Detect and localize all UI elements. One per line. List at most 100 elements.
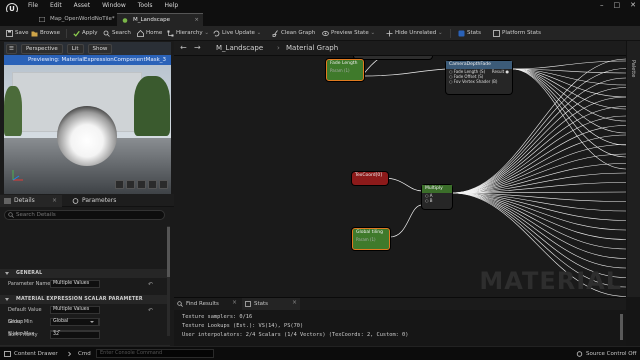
close-icon[interactable]: × [232,299,237,306]
multiply-pin-b[interactable]: ○ B [422,198,452,203]
tab-m-landscape[interactable]: M_Landscape × [117,13,203,26]
palette-panel-strip[interactable] [626,41,640,297]
camera-depth-fade-title: CameraDepthFade [446,61,512,69]
maximize-icon[interactable]: □ [614,1,621,9]
category-general[interactable]: GENERAL [0,269,170,278]
toolbar-divider [66,29,67,38]
global-tiling-param-node[interactable]: Global tiling Param (1) [352,228,390,250]
menu-window[interactable]: Window [102,2,126,9]
tree-background [134,76,170,136]
browse-button[interactable]: Browse [31,28,60,39]
category-scalar-parameter[interactable]: MATERIAL EXPRESSION SCALAR PARAMETER [0,295,170,304]
menu-file[interactable]: File [28,2,38,9]
terminal-icon [68,351,72,357]
tab-parameters-label: Parameters [82,197,117,204]
search-placeholder: Search Details [16,212,56,218]
preview-state-label: Preview State [331,30,369,36]
home-button[interactable]: Home [137,28,162,39]
apply-button[interactable]: Apply [73,28,98,39]
chevron-down-icon [90,321,94,323]
palette-label[interactable]: Palette [630,60,636,77]
parameter-name-field[interactable]: Multiple Values [50,280,100,288]
live-update-button[interactable]: Live Update ⌄ [213,28,261,39]
hierarchy-label: Hierarchy [176,30,203,36]
back-arrow-icon[interactable]: ← [180,43,187,52]
sphere-icon[interactable] [126,180,135,189]
graph-breadcrumb: Material Graph [286,44,339,52]
reset-arrow-icon[interactable]: ↶ [148,281,153,288]
plane-icon[interactable] [137,180,146,189]
close-icon[interactable]: × [52,195,57,207]
group-label: Group [8,319,24,325]
fade-length-param-node[interactable]: Fade Length Param (1) [326,59,364,81]
cmd-button[interactable]: Cmd [68,350,91,358]
content-drawer-button[interactable]: Content Drawer [4,350,58,358]
preview-viewport[interactable]: ☰ Perspective Lit Show Previewing: Mater… [4,42,171,194]
multiply-title: Multiply [422,185,452,193]
show-button[interactable]: Show [87,44,113,54]
preview-state-button[interactable]: Preview State ⌄ [322,28,375,39]
sort-priority-field[interactable]: 32 [50,331,100,339]
camera-depth-fade-node[interactable]: CameraDepthFade ○ Fade Length (S) ○ Fade… [446,61,512,94]
close-icon[interactable]: × [292,299,297,306]
material-graph-canvas[interactable]: ← → M_Landscape › Material Graph Fade Le… [174,41,626,297]
menu-tools[interactable]: Tools [138,2,153,9]
category-scalar-label: MATERIAL EXPRESSION SCALAR PARAMETER [16,297,143,302]
stats-line: Texture Lookups (Est.): VS(14), PS(70) [182,323,304,329]
hide-unrelated-label: Hide Unrelated [395,30,437,36]
cylinder-icon[interactable] [115,180,124,189]
hierarchy-button[interactable]: Hierarchy ⌄ [167,28,209,39]
chevron-down-icon [5,298,9,301]
teapot-icon[interactable] [159,180,168,189]
stats-icon [458,30,465,37]
viewport-toolbar: ☰ Perspective Lit Show [6,44,113,54]
material-icon [122,18,128,23]
details-search-input[interactable]: Search Details [4,210,165,220]
tab-m-landscape-label: M_Landscape [133,17,171,23]
multiply-node[interactable]: Multiply ○ A ○ B [422,185,452,209]
apply-check-icon [73,30,80,37]
search-button[interactable]: Search [103,28,131,39]
cdf-pin-fov-vertex[interactable]: ○ Fov Vertex Shader (B) [446,79,512,84]
viewport-menu-icon[interactable]: ☰ [6,44,17,54]
lit-button[interactable]: Lit [66,44,84,54]
apply-label: Apply [82,30,98,36]
minimize-icon[interactable]: – [600,1,604,9]
menu-bar: File Edit Asset Window Tools Help [28,2,178,9]
tab-find-results[interactable]: Find Results [174,298,238,310]
perspective-button[interactable]: Perspective [20,44,63,54]
save-label: Save [15,30,29,36]
clean-graph-button[interactable]: Clean Graph [272,28,315,39]
group-row: Group Global [0,317,170,328]
platform-stats-icon [493,30,500,37]
cmd-label: Cmd [78,351,91,357]
save-button[interactable]: Save [6,28,29,39]
details-scrollbar-thumb[interactable] [167,227,170,277]
tab-parameters[interactable]: Parameters [68,195,116,207]
stats-line: Texture samplers: 0/16 [182,314,253,320]
left-panel: ☰ Perspective Lit Show Previewing: Mater… [0,41,174,354]
texcoord-node[interactable]: TexCoord[0] [352,172,388,185]
forward-arrow-icon[interactable]: → [194,43,201,52]
document-tab-bar: Map_OpenWorldNoTile* M_Landscape × [0,12,640,26]
default-value-field[interactable]: Multiple Values [50,306,100,314]
tab-map-openworld[interactable]: Map_OpenWorldNoTile* [34,13,121,26]
menu-help[interactable]: Help [165,2,179,9]
stats-button[interactable]: Stats [458,28,481,39]
source-control-button[interactable]: Source Control Off [576,350,636,358]
tab-stats-label: Stats [254,301,269,307]
tab-details[interactable]: Details × [0,195,62,207]
breadcrumb-separator: › [277,44,280,52]
close-icon[interactable]: ✕ [630,1,636,9]
fade-length-title: Fade Length [330,61,358,66]
menu-asset[interactable]: Asset [74,2,90,9]
cdf-output-result[interactable]: Result ● [492,69,509,74]
hide-unrelated-button[interactable]: Hide Unrelated ⌄ [386,28,443,39]
platform-stats-button[interactable]: Platform Stats [493,28,541,39]
menu-edit[interactable]: Edit [50,2,62,9]
stats-scrollbar[interactable] [620,314,623,340]
tab-map-label: Map_OpenWorldNoTile* [50,16,115,22]
cube-icon[interactable] [148,180,157,189]
console-command-input[interactable]: Enter Console Command [96,349,214,358]
reset-arrow-icon[interactable]: ↶ [148,307,153,314]
